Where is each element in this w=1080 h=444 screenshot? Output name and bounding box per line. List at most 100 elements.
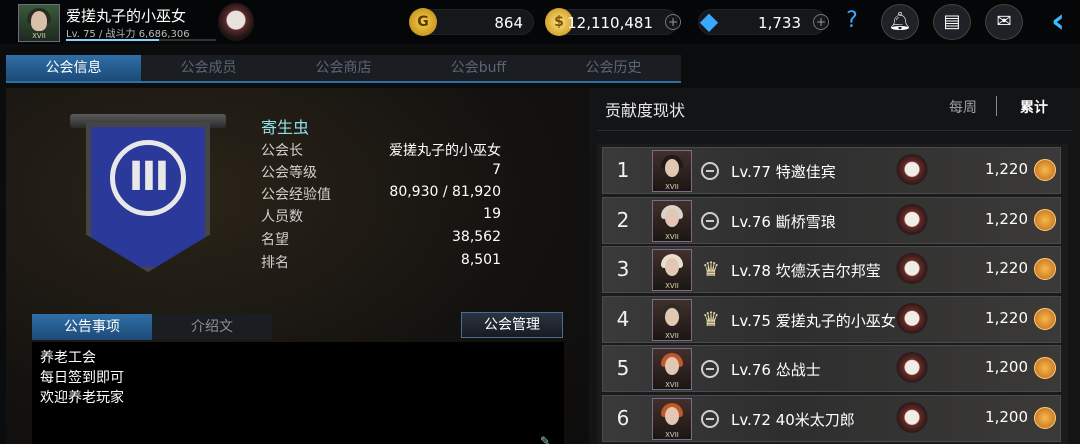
currency-gold-g[interactable]: G 864 [409, 8, 534, 36]
info-row-ranking: 排名 8,501 [261, 252, 501, 274]
back-arrow-icon[interactable]: ‹ [1040, 2, 1076, 42]
tab-guild-shop[interactable]: 公会商店 [276, 55, 411, 81]
notice-text-box: 养老工会 每日签到即可 欢迎养老玩家 [32, 342, 564, 444]
avatar-rank-mark: XVII [665, 430, 679, 439]
tab-guild-buff[interactable]: 公会buff [411, 55, 546, 81]
bell-icon[interactable]: 🔔︎ [881, 4, 919, 40]
currency-diamond[interactable]: ◆ 1,733 + [698, 7, 829, 35]
rank-number: 4 [616, 306, 630, 331]
member-score: 1,220 [985, 308, 1028, 327]
info-value: 19 [483, 206, 501, 222]
guild-skull-icon[interactable] [218, 3, 254, 41]
contribution-row[interactable]: 5 XVII Lv.76 怂战士 1,200 [602, 345, 1061, 392]
info-row-fame: 名望 38,562 [261, 229, 501, 251]
avatar-rank-mark: XVII [665, 232, 679, 241]
player-name: 爱搓丸子的小巫女 [66, 7, 187, 25]
rank-number: 1 [616, 158, 630, 182]
member-name: Lv.72 40米太刀郎 [731, 410, 855, 429]
medal-icon [1034, 406, 1056, 429]
tab-introduction[interactable]: 介绍文 [152, 314, 272, 340]
chat-icon[interactable]: ▤ [933, 4, 971, 40]
contribution-row[interactable]: 2 XVII Lv.76 斷桥雪琅 1,220 [602, 196, 1061, 244]
rank-number: 5 [616, 356, 630, 380]
blue-diamond-icon: ◆ [699, 7, 719, 35]
location-pin-icon[interactable]: ? [833, 4, 871, 40]
skull-icon [895, 302, 929, 337]
contribution-title: 贡献度现状 [605, 101, 686, 120]
avatar-face [31, 11, 47, 31]
tab-guild-history[interactable]: 公会历史 [546, 55, 681, 81]
member-name: Lv.76 怂战士 [731, 361, 821, 379]
toggle-divider [996, 96, 997, 116]
member-name: Lv.75 爱搓丸子的小巫女 [731, 311, 896, 330]
guild-tabs: 公会信息 公会成员 公会商店 公会buff 公会历史 [6, 55, 681, 81]
member-score: 1,200 [985, 358, 1028, 376]
avatar-face [665, 357, 679, 375]
info-row-level: 公会等级 7 [261, 162, 501, 184]
currency-gold[interactable]: $ 12,110,481 + [545, 8, 681, 36]
rank-number: 6 [616, 405, 630, 430]
avatar-face [665, 208, 679, 227]
member-avatar[interactable]: XVII [652, 249, 692, 291]
contribution-row[interactable]: 4 XVII ♛ Lv.75 爱搓丸子的小巫女 1,220 [602, 295, 1061, 343]
notice-line: 每日签到即可 [40, 370, 124, 386]
member-score: 1,200 [985, 407, 1028, 426]
notice-subtabs: 公告事项 介绍文 [32, 314, 272, 340]
avatar-face [665, 258, 679, 276]
medal-icon [1034, 307, 1056, 330]
member-avatar[interactable]: XVII [652, 397, 692, 440]
crown-icon: ♛ [702, 306, 720, 331]
info-row-exp: 公会经验值 80,930 / 81,920 [261, 184, 501, 206]
avatar-rank-mark: XVII [32, 32, 46, 40]
member-avatar[interactable]: XVII [652, 348, 692, 390]
weekly-toggle[interactable]: 每周 [949, 97, 977, 117]
info-value: 80,930 / 81,920 [389, 184, 501, 200]
tab-guild-info[interactable]: 公会信息 [6, 55, 141, 81]
total-toggle[interactable]: 累计 [1020, 97, 1048, 117]
notice-line: 欢迎养老玩家 [40, 390, 124, 406]
info-label: 公会等级 [261, 165, 317, 181]
class-icon [701, 211, 719, 230]
info-value: 8,501 [460, 252, 501, 268]
info-label: 名望 [261, 232, 289, 248]
guild-name: 寄生虫 [261, 118, 310, 137]
info-label: 排名 [261, 255, 289, 271]
skull-icon [895, 154, 929, 188]
tab-guild-members[interactable]: 公会成员 [141, 55, 276, 81]
contribution-list[interactable]: 1 XVII Lv.77 特邀佳宾 1,220 2 XVII Lv.76 斷桥雪琅 1,220… [597, 144, 1068, 444]
avatar-face [665, 307, 679, 326]
member-score: 1,220 [985, 209, 1028, 228]
medal-icon [1034, 258, 1056, 280]
skull-icon [895, 253, 929, 287]
member-score: 1,220 [985, 160, 1028, 178]
skull-icon [895, 203, 929, 238]
class-icon [701, 360, 719, 378]
tab-notice[interactable]: 公告事项 [32, 314, 152, 340]
guild-manage-button[interactable]: 公会管理 [461, 312, 563, 338]
player-avatar[interactable]: XVII [18, 4, 60, 42]
contribution-row[interactable]: 6 XVII Lv.72 40米太刀郎 1,200 [602, 394, 1061, 442]
info-row-members: 人员数 19 [261, 206, 501, 228]
info-value: 7 [492, 162, 501, 178]
info-value: 38,562 [452, 229, 501, 245]
avatar-face [665, 406, 679, 425]
avatar-rank-mark: XVII [665, 183, 679, 191]
currency-value: 1,733 [758, 14, 801, 32]
member-avatar[interactable]: XVII [652, 150, 692, 192]
add-diamond-button[interactable]: + [813, 14, 829, 30]
edit-icon[interactable]: ✎ [540, 434, 554, 444]
medal-icon [1034, 357, 1056, 379]
member-score: 1,220 [985, 259, 1028, 277]
member-avatar[interactable]: XVII [652, 298, 692, 341]
contribution-row[interactable]: 3 XVII ♛ Lv.78 坎德沃吉尔邦莹 1,220 [602, 246, 1061, 293]
contribution-panel: 贡献度现状 每周 累计 1 XVII Lv.77 特邀佳宾 1,220 2 XVII Lv.… [589, 88, 1080, 444]
member-name: Lv.76 斷桥雪琅 [731, 212, 836, 231]
mail-icon[interactable]: ✉ [985, 4, 1023, 40]
member-avatar[interactable]: XVII [652, 199, 692, 242]
contribution-row[interactable]: 1 XVII Lv.77 特邀佳宾 1,220 [602, 147, 1061, 194]
header-divider [597, 130, 1072, 131]
player-exp-bar [66, 39, 216, 41]
add-gold-button[interactable]: + [665, 14, 681, 30]
medal-icon [1034, 208, 1056, 231]
info-value: 爱搓丸子的小巫女 [389, 143, 501, 159]
